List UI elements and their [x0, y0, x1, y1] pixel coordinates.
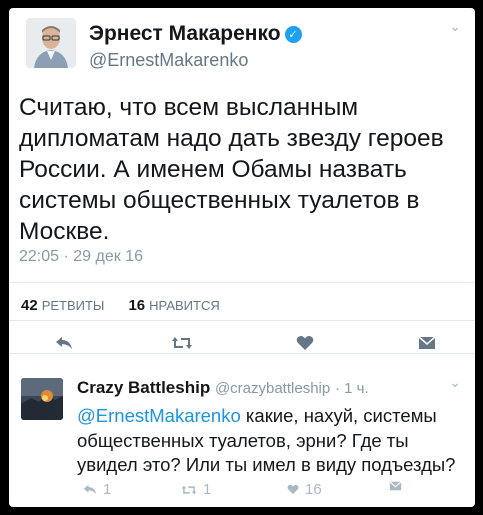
retweet-icon — [181, 485, 197, 494]
reply-button[interactable]: 1 — [83, 481, 111, 498]
likes-label[interactable]: НРАВИТСЯ — [149, 298, 220, 311]
tweet-actions — [9, 330, 475, 360]
tweet-stats: 42 РЕТВИТЫ 16 НРАВИТСЯ — [21, 297, 244, 311]
mention-link[interactable]: @ErnestMakarenko — [77, 405, 241, 426]
dm-button[interactable] — [389, 481, 402, 491]
divider — [9, 282, 475, 283]
author-handle[interactable]: @crazybattleship — [215, 380, 330, 397]
reply-tweet: Crazy Battleship @crazybattleship · 1 ч.… — [9, 366, 475, 507]
chevron-down-icon[interactable]: ⌄ — [449, 374, 461, 391]
retweets-label[interactable]: РЕТВИТЫ — [42, 298, 105, 311]
retweet-button[interactable]: 1 — [181, 481, 211, 498]
tweet-text: Считаю, что всем высланным дипломатам на… — [19, 94, 444, 245]
retweet-count: 1 — [203, 481, 212, 498]
reply-count: 1 — [103, 481, 112, 498]
verified-check-icon: ✓ — [284, 25, 302, 43]
divider — [9, 320, 475, 321]
reply-text: @ErnestMakarenko какие, нахуй, системы о… — [77, 404, 462, 478]
avatar[interactable] — [21, 378, 63, 420]
reply-time[interactable]: · 1 ч. — [335, 380, 369, 397]
author-handle[interactable]: @ErnestMakarenko — [89, 50, 248, 71]
likes-count[interactable]: 16 — [128, 297, 145, 311]
avatar[interactable] — [26, 18, 76, 68]
chevron-down-icon[interactable]: ⌄ — [449, 18, 461, 35]
author-name[interactable]: Эрнест Макаренко ✓ — [89, 22, 302, 46]
heart-icon — [287, 484, 299, 495]
author-name[interactable]: Crazy Battleship — [77, 378, 210, 397]
reply-actions: 1 1 16 — [77, 481, 407, 499]
reply-header: Crazy Battleship @crazybattleship · 1 ч. — [77, 378, 369, 398]
avatar-photo — [21, 378, 63, 420]
like-count: 16 — [305, 481, 322, 498]
divider — [9, 353, 475, 354]
tweet-card: Эрнест Макаренко ✓ @ErnestMakarenko ⌄ Сч… — [9, 8, 475, 507]
reply-arrow-icon — [83, 484, 97, 495]
retweets-count[interactable]: 42 — [21, 297, 38, 311]
tweet-timestamp[interactable]: 22:05 · 29 дек 16 — [19, 248, 143, 266]
like-button[interactable]: 16 — [287, 481, 322, 498]
avatar-photo — [26, 18, 76, 68]
main-tweet: Эрнест Макаренко ✓ @ErnestMakarenko ⌄ Сч… — [9, 8, 475, 354]
envelope-icon — [389, 481, 402, 491]
author-name-text[interactable]: Эрнест Макаренко — [89, 22, 281, 46]
